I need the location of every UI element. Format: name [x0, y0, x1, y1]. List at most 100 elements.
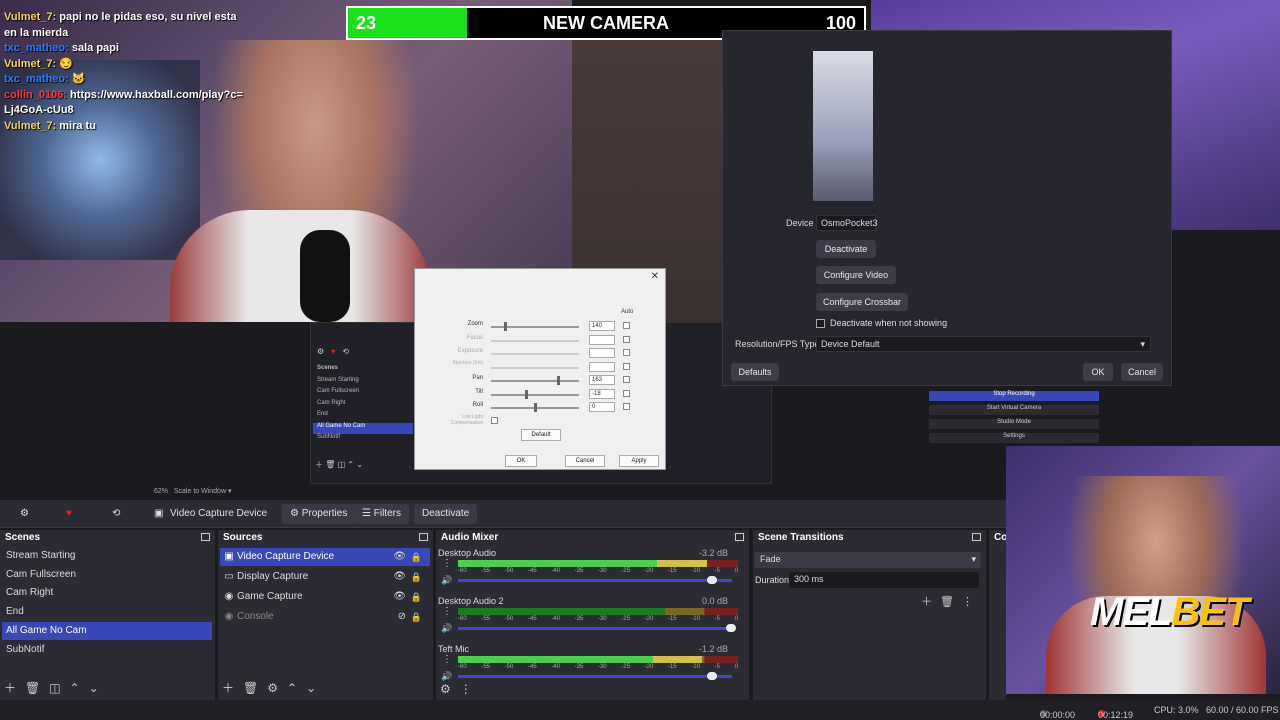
control-value[interactable]: 0 [589, 402, 615, 412]
lock-icon[interactable]: 🔒 [411, 548, 422, 566]
add-icon[interactable]: ＋ [4, 681, 16, 695]
auto-checkbox[interactable] [623, 349, 630, 356]
control-value[interactable]: 140 [589, 321, 615, 331]
control-slider[interactable] [491, 389, 579, 399]
add-icon[interactable]: ＋ [921, 596, 932, 608]
control-slider[interactable] [491, 339, 579, 342]
eye-icon[interactable]: 👁 [393, 588, 406, 606]
deactivate-when-hidden-checkbox[interactable] [816, 319, 825, 328]
default-button[interactable]: Default [521, 429, 561, 441]
gear-icon[interactable]: ⚙ [267, 681, 278, 695]
slider-knob[interactable] [525, 389, 528, 399]
auto-column-label: Auto [621, 309, 634, 315]
scene-item[interactable]: Cam Right [2, 584, 212, 602]
filter-icon[interactable]: ◫ [49, 681, 60, 695]
add-icon[interactable]: ＋ [222, 681, 234, 695]
up-icon[interactable]: ⌃ [287, 681, 297, 695]
control-value[interactable]: -18 [589, 388, 615, 399]
cancel-button[interactable]: Cancel [1121, 363, 1163, 381]
control-value[interactable] [589, 348, 615, 358]
down-icon[interactable]: ⌄ [306, 681, 316, 695]
apply-button[interactable]: Apply [619, 455, 659, 467]
configure-video-button[interactable]: Configure Video [816, 266, 896, 284]
lock-icon[interactable]: 🔒 [411, 608, 422, 626]
gear-icon[interactable]: ⚙ [20, 504, 29, 524]
device-select[interactable]: OsmoPocket3 [816, 215, 878, 231]
scene-item[interactable]: Cam Fullscreen [2, 566, 212, 584]
properties-button[interactable]: ⚙ Properties [282, 504, 356, 524]
ok-button[interactable]: OK [505, 455, 537, 467]
popout-icon[interactable] [972, 533, 981, 541]
source-item[interactable]: ◉ Console ⊘ 🔒 [220, 608, 430, 626]
slider-knob[interactable] [557, 376, 561, 385]
control-slider[interactable] [491, 353, 579, 355]
eye-off-icon[interactable]: ⊘ [398, 608, 406, 626]
control-value[interactable] [589, 334, 615, 345]
control-slider[interactable] [491, 403, 579, 412]
source-item[interactable]: ◉ Game Capture 👁 🔒 [220, 588, 430, 606]
auto-checkbox[interactable] [623, 322, 630, 329]
lock-icon[interactable]: 🔒 [411, 588, 422, 606]
gamepad-icon: ◉ [224, 591, 234, 602]
configure-crossbar-button[interactable]: Configure Crossbar [816, 293, 908, 311]
control-slider[interactable] [491, 366, 579, 369]
more-icon[interactable]: ⋮ [442, 654, 452, 665]
ok-button[interactable]: OK [1083, 363, 1113, 381]
trash-icon[interactable]: 🗑 [940, 596, 954, 608]
speaker-icon[interactable]: 🔊 [441, 671, 452, 682]
source-item[interactable]: ▭ Display Capture 👁 🔒 [220, 568, 430, 586]
auto-checkbox[interactable] [623, 403, 630, 410]
cancel-button[interactable]: Cancel [565, 455, 605, 467]
down-icon[interactable]: ⌄ [89, 681, 99, 695]
deactivate-button[interactable]: Deactivate [816, 240, 876, 258]
auto-checkbox[interactable] [623, 362, 630, 370]
volume-slider[interactable] [458, 627, 732, 630]
auto-checkbox[interactable] [491, 416, 498, 424]
slider-knob[interactable] [503, 322, 507, 331]
volume-slider[interactable] [458, 675, 732, 678]
trash-icon[interactable]: 🗑 [25, 681, 40, 695]
duration-input[interactable]: 300 ms [789, 572, 979, 588]
trash-icon[interactable]: 🗑 [243, 681, 258, 695]
volume-knob[interactable] [707, 672, 718, 680]
scene-item[interactable]: All Game No Cam [2, 621, 212, 640]
more-icon[interactable]: ⋮ [442, 606, 452, 617]
speaker-icon[interactable]: 🔊 [441, 623, 452, 634]
close-icon[interactable]: ✕ [651, 271, 659, 282]
slider-knob[interactable] [533, 403, 537, 412]
filters-button[interactable]: ☰ Filters [354, 504, 409, 524]
auto-checkbox[interactable] [623, 389, 630, 397]
popout-icon[interactable] [201, 533, 210, 541]
lock-icon[interactable]: 🔒 [411, 568, 422, 586]
popout-icon[interactable] [419, 533, 428, 541]
popout-icon[interactable] [735, 533, 744, 541]
scene-item[interactable]: Stream Starting [2, 547, 212, 565]
auto-checkbox[interactable] [623, 335, 630, 343]
control-slider[interactable] [491, 322, 579, 331]
auto-checkbox[interactable] [623, 376, 630, 383]
more-icon[interactable]: ⋮ [442, 558, 452, 569]
volume-knob[interactable] [726, 624, 736, 632]
speaker-icon[interactable]: 🔊 [441, 575, 452, 586]
eye-icon[interactable]: 👁 [393, 568, 406, 586]
controls-dock: Co [989, 530, 1007, 700]
more-icon[interactable]: ⋮ [460, 682, 472, 696]
resolution-select[interactable]: Device Default ▾ [816, 336, 1151, 352]
gear-icon[interactable]: ⚙ [440, 682, 451, 696]
heart-icon[interactable]: ♥ [66, 504, 72, 524]
defaults-button[interactable]: Defaults [731, 363, 779, 381]
control-slider[interactable] [491, 376, 579, 385]
control-value[interactable] [589, 361, 615, 372]
source-item[interactable]: ▣ Video Capture Device 👁 🔒 [220, 548, 430, 566]
scene-item[interactable]: SubNotif [2, 641, 212, 659]
control-value[interactable]: 163 [589, 375, 615, 385]
refresh-icon[interactable]: ⟲ [112, 504, 120, 524]
volume-knob[interactable] [707, 576, 718, 584]
volume-slider[interactable] [458, 579, 732, 582]
transition-select[interactable]: Fade ▾ [755, 552, 981, 568]
deactivate-button[interactable]: Deactivate [414, 504, 478, 524]
scene-item[interactable]: End [2, 603, 212, 621]
up-icon[interactable]: ⌃ [70, 681, 80, 695]
eye-icon[interactable]: 👁 [393, 548, 406, 566]
more-icon[interactable]: ⋮ [962, 596, 973, 608]
